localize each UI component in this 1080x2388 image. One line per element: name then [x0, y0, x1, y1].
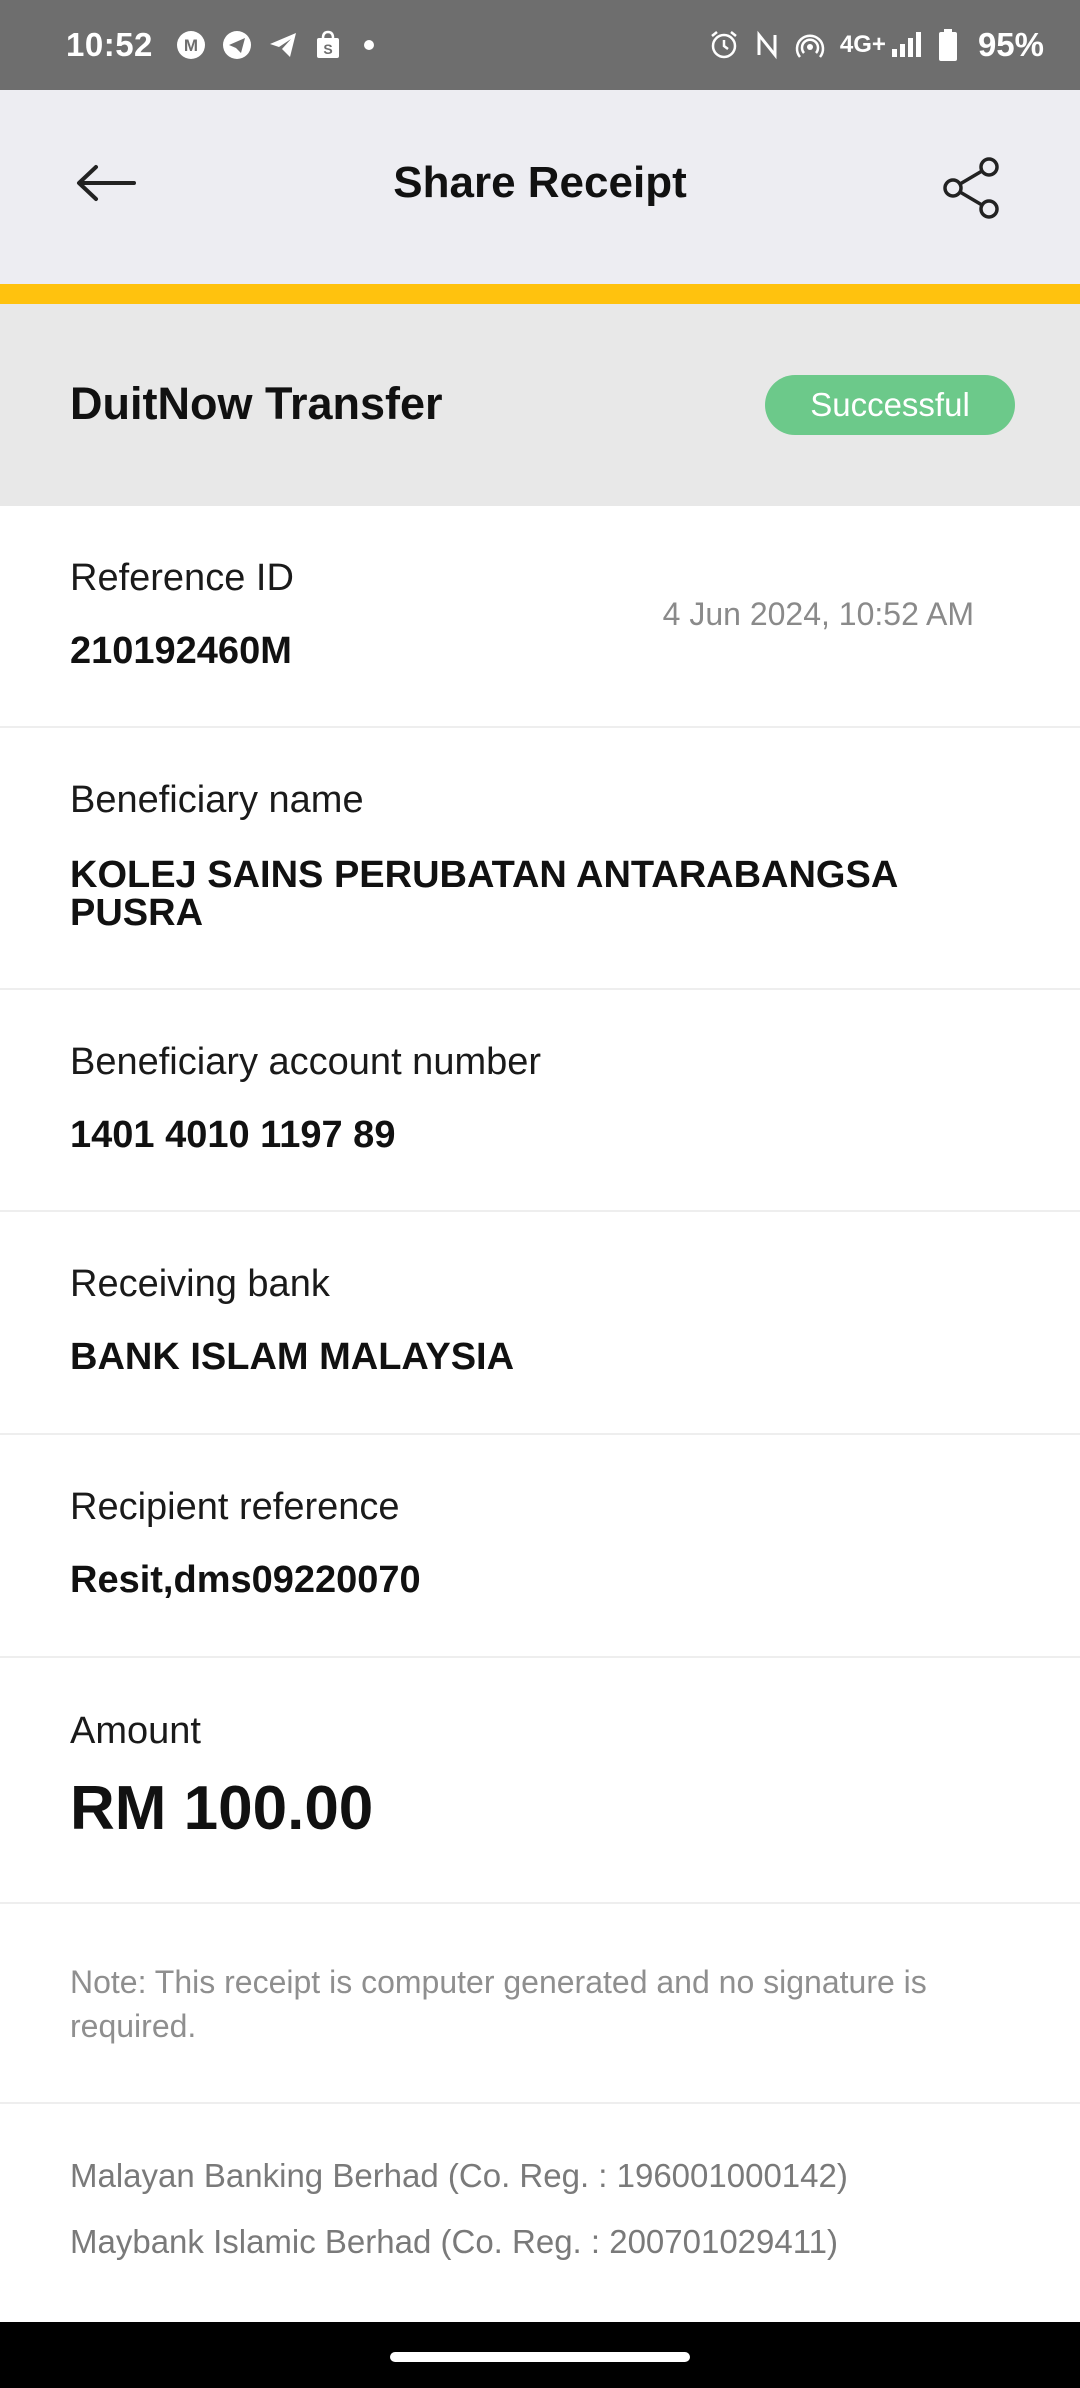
account-number-row: Beneficiary account number 1401 4010 119… — [0, 990, 1080, 1212]
beneficiary-name-value: KOLEJ SAINS PERUBATAN ANTARABANGSA PUSRA — [70, 854, 897, 934]
svg-text:M: M — [184, 36, 198, 55]
page-title: Share Receipt — [393, 158, 687, 207]
receiving-bank-label: Receiving bank — [70, 1263, 330, 1305]
share-button[interactable] — [934, 150, 1010, 226]
receiving-bank-value: BANK ISLAM MALAYSIA — [70, 1336, 515, 1378]
svg-text:S: S — [323, 41, 332, 57]
signal-icon — [890, 29, 924, 61]
amount-row: Amount RM 100.00 — [0, 1658, 1080, 1904]
transaction-type: DuitNow Transfer — [70, 378, 443, 429]
transaction-datetime: 4 Jun 2024, 10:52 AM — [662, 596, 974, 632]
shopee-bag-icon: S — [313, 29, 343, 61]
beneficiary-name-label: Beneficiary name — [70, 779, 364, 821]
alarm-icon — [708, 29, 740, 61]
receiving-bank-row: Receiving bank BANK ISLAM MALAYSIA — [0, 1212, 1080, 1435]
account-number-value: 1401 4010 1197 89 — [70, 1114, 396, 1156]
footer-line-maybank-islamic: Maybank Islamic Berhad (Co. Reg. : 20070… — [70, 2223, 838, 2260]
telegram-icon — [221, 29, 253, 61]
navigation-bar — [0, 2322, 1080, 2388]
reference-label: Reference ID — [70, 557, 294, 599]
hotspot-icon — [794, 29, 826, 61]
amount-value: RM 100.00 — [70, 1774, 374, 1843]
divider — [0, 2102, 1080, 2104]
status-bar: 10:52 M S 4G+ 95% — [0, 0, 1080, 90]
status-bar-right: 4G+ 95% — [708, 26, 1044, 64]
battery-percent: 95% — [977, 26, 1044, 63]
recipient-reference-value: Resit,dms09220070 — [70, 1559, 421, 1601]
battery-icon — [938, 28, 958, 62]
account-number-label: Beneficiary account number — [70, 1041, 542, 1083]
m-icon: M — [175, 29, 207, 61]
transaction-header: DuitNow Transfer Successful — [0, 304, 1080, 506]
status-time: 10:52 — [66, 26, 153, 63]
telegram-send-icon — [267, 29, 299, 61]
status-bar-left: 10:52 M S — [66, 26, 395, 64]
home-indicator[interactable] — [390, 2352, 690, 2362]
share-icon — [943, 157, 999, 219]
accent-bar — [0, 284, 1080, 304]
reference-row: Reference ID 210192460M 4 Jun 2024, 10:5… — [0, 506, 1080, 728]
recipient-reference-label: Recipient reference — [70, 1486, 400, 1528]
beneficiary-name-row: Beneficiary name KOLEJ SAINS PERUBATAN A… — [0, 728, 1080, 990]
network-type: 4G+ — [839, 31, 886, 58]
dot-icon — [357, 29, 381, 61]
app-bar: Share Receipt — [0, 90, 1080, 284]
footer-line-maybank: Malayan Banking Berhad (Co. Reg. : 19600… — [70, 2157, 848, 2194]
status-badge: Successful — [765, 375, 1015, 435]
receipt-note: Note: This receipt is computer generated… — [70, 1964, 927, 2044]
amount-label: Amount — [70, 1710, 201, 1752]
reference-value: 210192460M — [70, 630, 292, 672]
nfc-icon — [754, 29, 780, 61]
recipient-reference-row: Recipient reference Resit,dms09220070 — [0, 1435, 1080, 1658]
